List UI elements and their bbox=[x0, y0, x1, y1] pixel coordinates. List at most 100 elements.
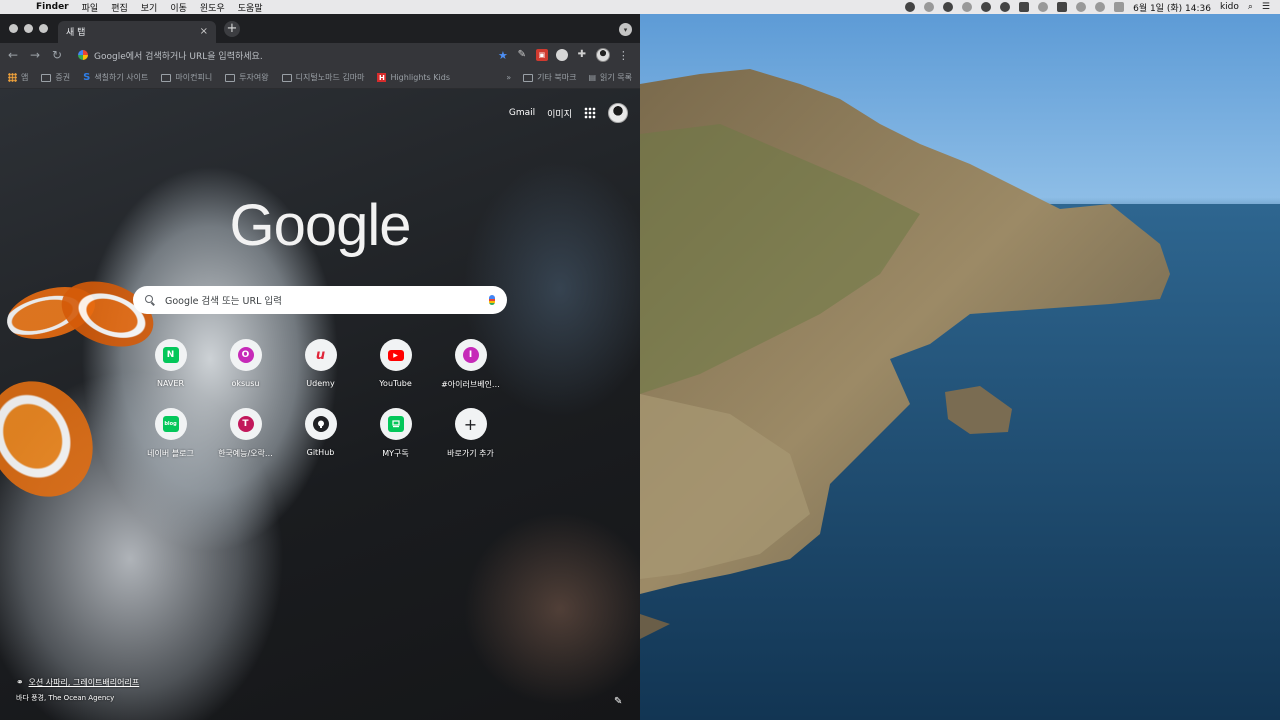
menu-edit[interactable]: 편집 bbox=[111, 1, 128, 14]
tab-search-icon[interactable]: ▾ bbox=[619, 23, 632, 36]
shortcut-tile: blog bbox=[154, 408, 187, 440]
attribution-title[interactable]: 오션 사파리, 그레이트배리어리프 bbox=[29, 677, 140, 688]
shortcut-udemy[interactable]: u Udemy bbox=[283, 339, 358, 390]
oksusu-letter-icon: O bbox=[237, 347, 254, 363]
coastline-illustration bbox=[640, 69, 1280, 720]
ntp-top-links: Gmail 이미지 bbox=[509, 103, 628, 123]
customize-pencil-icon[interactable]: ✎ bbox=[614, 696, 624, 707]
battery-icon[interactable] bbox=[1114, 2, 1125, 12]
ntp-search-box[interactable]: Google 검색 또는 URL 입력 bbox=[133, 286, 507, 314]
shortcut-tile: T bbox=[229, 408, 262, 440]
menu-datetime[interactable]: 6월 1일 (화) 14:36 bbox=[1133, 1, 1211, 14]
spotlight-icon[interactable]: ⌕ bbox=[1248, 2, 1253, 12]
tab-close-icon[interactable]: × bbox=[200, 26, 208, 37]
udemy-logo-icon: u bbox=[315, 347, 326, 363]
desktop-wallpaper bbox=[640, 14, 1280, 720]
menu-window[interactable]: 윈도우 bbox=[200, 1, 225, 14]
clownfish-decoration bbox=[0, 362, 114, 516]
folder-icon bbox=[523, 73, 534, 82]
highlights-logo-icon: H bbox=[377, 73, 387, 82]
control-center-icon[interactable]: ☰ bbox=[1262, 2, 1270, 12]
ntp-search-placeholder: Google 검색 또는 URL 입력 bbox=[165, 296, 282, 307]
reload-icon[interactable]: ↻ bbox=[50, 48, 64, 62]
extension-pen-icon[interactable]: ✎ bbox=[516, 49, 528, 61]
attribution-title-row[interactable]: ⚭ 오션 사파리, 그레이트배리어리프 bbox=[16, 677, 139, 688]
bookmark-coloring-site[interactable]: S 색칠하기 사이트 bbox=[83, 72, 148, 83]
gmail-link[interactable]: Gmail bbox=[509, 108, 535, 118]
shortcut-naver[interactable]: N NAVER bbox=[133, 339, 208, 390]
menu-app-name[interactable]: Finder bbox=[36, 2, 69, 12]
menu-file[interactable]: 파일 bbox=[82, 1, 99, 14]
profile-avatar[interactable] bbox=[595, 48, 610, 62]
shortcut-tile: I bbox=[454, 339, 487, 371]
images-link[interactable]: 이미지 bbox=[547, 107, 572, 120]
status-creative-cloud-icon[interactable] bbox=[943, 2, 954, 12]
shortcut-label: YouTube bbox=[379, 379, 412, 388]
bookmarks-overflow-button[interactable]: » bbox=[506, 73, 511, 82]
shortcut-my-subscriptions[interactable]: MY구독 bbox=[358, 408, 433, 459]
back-arrow-icon[interactable]: ← bbox=[6, 48, 20, 62]
extensions-puzzle-icon[interactable]: ✚ bbox=[576, 49, 588, 61]
shortcut-label: #아이러브베인… bbox=[441, 380, 500, 389]
status-glasses-icon[interactable] bbox=[962, 2, 973, 12]
browser-toolbar: ← → ↻ Google에서 검색하거나 URL을 입력하세요. ★ ✎ ▣ ✚… bbox=[0, 43, 640, 67]
status-app-icon[interactable] bbox=[905, 2, 916, 12]
bookmark-highlights-kids[interactable]: H Highlights Kids bbox=[377, 73, 450, 82]
google-apps-icon[interactable] bbox=[584, 107, 596, 119]
input-method-icon[interactable] bbox=[1057, 2, 1068, 12]
status-app4-icon[interactable] bbox=[1019, 2, 1030, 12]
naver-blog-logo-icon: blog bbox=[162, 416, 179, 432]
extension-red-icon[interactable]: ▣ bbox=[535, 49, 548, 61]
status-sync-icon[interactable] bbox=[924, 2, 935, 12]
volume-icon[interactable] bbox=[1095, 2, 1106, 12]
status-app2-icon[interactable] bbox=[981, 2, 992, 12]
voice-search-mic-icon[interactable] bbox=[489, 295, 495, 305]
window-controls bbox=[9, 24, 48, 33]
minimize-window-button[interactable] bbox=[24, 24, 33, 33]
add-shortcut-button[interactable]: + 바로가기 추가 bbox=[433, 408, 508, 459]
background-attribution: ⚭ 오션 사파리, 그레이트배리어리프 바다 풍경, The Ocean Age… bbox=[16, 677, 139, 703]
menu-user[interactable]: kido bbox=[1220, 2, 1239, 12]
bookmark-folder-stocks[interactable]: 증권 bbox=[41, 72, 70, 83]
ilovebain-letter-icon: I bbox=[462, 347, 479, 363]
status-menus: 6월 1일 (화) 14:36 kido ⌕ ☰ bbox=[905, 1, 1270, 14]
shortcut-naver-blog[interactable]: blog 네이버 블로그 bbox=[133, 408, 208, 459]
shortcut-tile: + bbox=[454, 408, 487, 440]
omnibox[interactable]: Google에서 검색하거나 URL을 입력하세요. bbox=[72, 46, 490, 64]
shortcut-youtube[interactable]: ▶ YouTube bbox=[358, 339, 433, 390]
bookmark-folder-my-company[interactable]: 마이컨피니 bbox=[161, 72, 212, 83]
shortcut-label: MY구독 bbox=[382, 449, 409, 458]
ntp-profile-avatar[interactable] bbox=[608, 103, 628, 123]
folder-icon bbox=[41, 73, 52, 82]
shortcuts-grid: N NAVER O oksusu u Udemy ▶ YouTube I #아이… bbox=[133, 339, 507, 459]
extension-circle-icon[interactable] bbox=[555, 49, 568, 61]
menu-help[interactable]: 도움말 bbox=[238, 1, 263, 14]
zoom-window-button[interactable] bbox=[39, 24, 48, 33]
new-tab-button[interactable]: + bbox=[224, 20, 240, 37]
folder-icon bbox=[225, 73, 236, 82]
menu-view[interactable]: 보기 bbox=[141, 1, 158, 14]
link-icon: ⚭ bbox=[16, 677, 24, 688]
bluetooth-icon[interactable] bbox=[1038, 2, 1049, 12]
bookmark-apps[interactable]: 앱 bbox=[8, 72, 28, 83]
menu-go[interactable]: 이동 bbox=[170, 1, 187, 14]
chrome-menu-icon[interactable]: ⋮ bbox=[618, 49, 629, 62]
bookmark-folder-digital-nomad[interactable]: 디지털노마드 김마마 bbox=[281, 72, 364, 83]
github-logo-icon bbox=[312, 416, 329, 432]
tab-new-tab[interactable]: 새 탭 × bbox=[58, 20, 216, 43]
bookmark-folder-invest-queen[interactable]: 투자여왕 bbox=[225, 72, 269, 83]
shortcut-ilovebain[interactable]: I #아이러브베인… bbox=[433, 339, 508, 390]
wifi-icon[interactable] bbox=[1076, 2, 1087, 12]
reading-list-button[interactable]: ▤ 읽기 목록 bbox=[588, 72, 632, 83]
forward-arrow-icon[interactable]: → bbox=[28, 48, 42, 62]
omnibox-placeholder: Google에서 검색하거나 URL을 입력하세요. bbox=[94, 51, 263, 62]
status-app3-icon[interactable] bbox=[1000, 2, 1011, 12]
shortcut-github[interactable]: GitHub bbox=[283, 408, 358, 459]
shortcut-korean-entertainment[interactable]: T 한국예능/오락… bbox=[208, 408, 283, 459]
shortcut-label: 한국예능/오락… bbox=[218, 449, 273, 458]
bookmark-other-folder[interactable]: 기타 북마크 bbox=[523, 72, 576, 83]
bookmark-star-icon[interactable]: ★ bbox=[498, 49, 508, 62]
close-window-button[interactable] bbox=[9, 24, 18, 33]
shortcut-oksusu[interactable]: O oksusu bbox=[208, 339, 283, 390]
shortcut-label: 바로가기 추가 bbox=[447, 449, 494, 458]
